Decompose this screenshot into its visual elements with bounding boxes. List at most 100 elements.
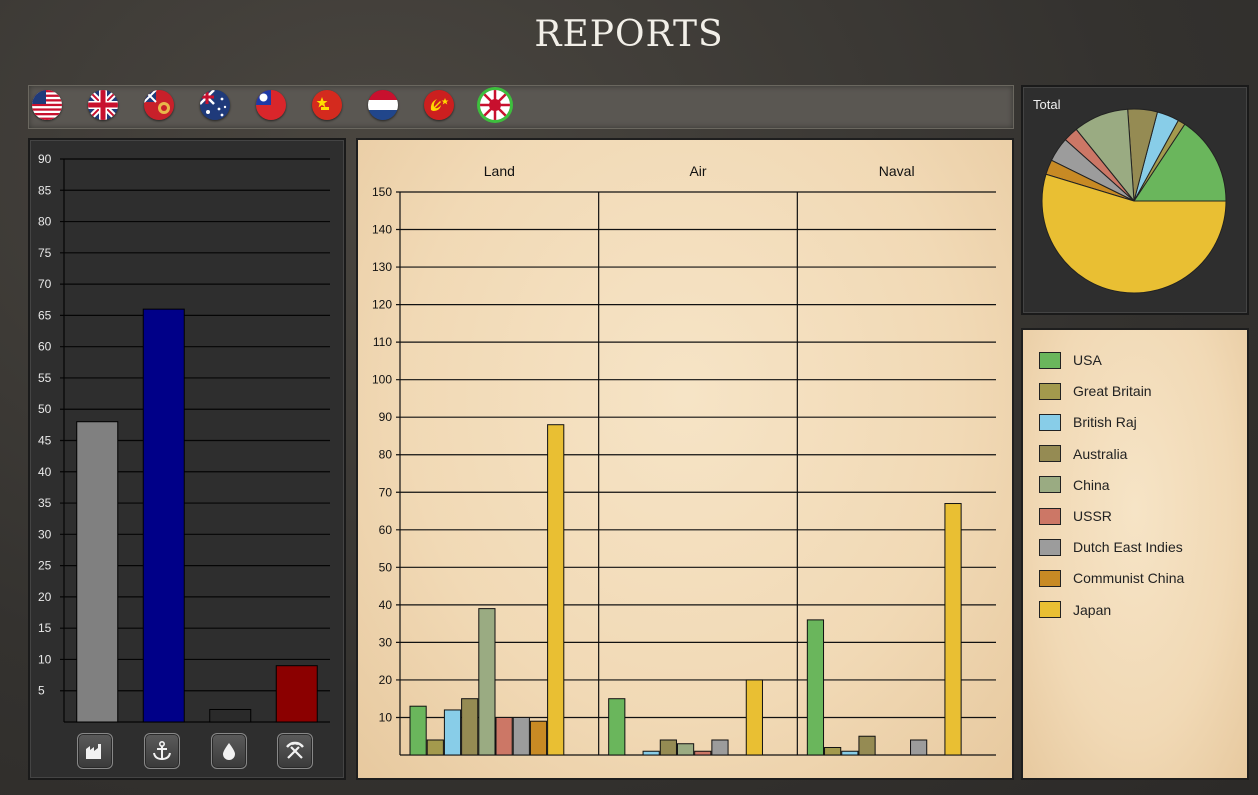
group-label-naval: Naval [879,163,915,179]
legend-item: British Raj [1039,412,1137,432]
y-tick-label: 10 [379,710,393,724]
legend-label: China [1073,476,1110,493]
bar-factories [76,421,119,723]
y-tick-label: 5 [38,684,45,698]
bar-australia-naval [858,735,876,756]
legend-item: Japan [1039,600,1111,620]
legend-swatch [1039,382,1061,400]
y-tick-label: 80 [379,448,393,462]
usa-flag-icon[interactable] [32,90,62,120]
bar-naval [142,308,185,723]
communist-china-flag-icon[interactable] [312,90,342,120]
legend-label: USSR [1073,508,1112,524]
bar-ussr-land [495,716,513,756]
legend-label: Australia [1073,445,1128,462]
bar-british-raj-land [443,709,462,756]
legend-item: China [1039,475,1110,495]
bar-british-raj-air [642,750,660,756]
y-tick-label: 35 [38,496,52,510]
legend-swatch [1039,507,1061,525]
y-tick-label: 75 [38,246,52,260]
y-tick-label: 65 [38,308,52,322]
great-britain-flag-icon[interactable] [88,90,118,120]
y-tick-label: 25 [38,559,52,573]
bar-british-raj-naval [841,750,859,756]
bar-great-britain-naval [824,746,842,756]
oil-drop-icon [223,743,235,760]
legend-item: Communist China [1039,568,1184,588]
y-tick-label: 70 [38,277,52,291]
legend-swatch [1039,476,1061,494]
group-label-land: Land [484,163,515,179]
legend-swatch [1039,445,1061,463]
naval-button[interactable] [144,733,180,769]
y-tick-label: 110 [373,335,392,349]
anchor-icon [153,740,171,761]
mining-button[interactable] [277,733,313,769]
y-tick-label: 45 [38,434,52,448]
y-tick-label: 90 [379,410,393,424]
y-tick-label: 150 [372,185,392,199]
oil-button[interactable] [211,733,247,769]
british-raj-flag-icon[interactable] [144,90,174,120]
legend-label: British Raj [1073,414,1137,431]
legend-swatch [1039,351,1061,369]
military-strength-bar-chart: 10 20 30 40 50 60 70 80 90 100 110 120 130 140 150 Land… [372,163,996,756]
legend-swatch [1039,538,1061,556]
bar-usa-air [608,698,626,756]
china-flag-icon[interactable] [256,90,286,120]
bar-resources [275,665,318,723]
y-tick-label: 100 [372,373,392,387]
y-tick-label: 80 [38,215,52,229]
nation-flag-bar [28,85,1014,129]
y-tick-label: 40 [379,598,393,612]
y-tick-label: 120 [372,298,392,312]
y-tick-label: 60 [379,523,393,537]
y-tick-label: 30 [38,527,52,541]
y-tick-label: 30 [379,635,393,649]
bar-japan-air [745,679,763,756]
legend-label: Japan [1073,601,1112,618]
y-tick-label: 70 [379,485,393,499]
military-strength-chart-panel: 10 20 30 40 50 60 70 80 90 100 110 120 130 140 150 Land… [356,138,1014,780]
japan-flag-icon[interactable] [480,90,510,120]
bar-great-britain-land [426,739,444,756]
y-tick-label: 90 [38,152,52,166]
bar-japan-land [547,424,565,756]
total-pie-panel: Total [1021,85,1249,315]
bar-communist-china-land [529,720,548,756]
legend-swatch [1039,569,1061,587]
bar-australia-land [461,698,479,756]
y-tick-label: 55 [38,371,52,385]
resource-chart-panel: 5 10 15 20 25 30 35 40 45 50 55 60 65 70 75 80 85 90 [28,138,346,780]
y-tick-label: 85 [38,183,52,197]
y-tick-label: 40 [38,465,52,479]
legend-item: Great Britain [1039,381,1152,401]
legend-item: USA [1039,350,1102,370]
y-tick-label: 15 [38,621,52,635]
bar-usa-naval [806,619,825,756]
factory-button[interactable] [77,733,113,769]
page-title: REPORTS [534,14,724,55]
y-tick-label: 20 [38,590,52,604]
bar-china-air [676,743,695,756]
total-pie-chart [1041,108,1227,294]
bar-japan-naval [944,503,962,756]
y-tick-label: 140 [372,223,392,237]
factory-icon [86,744,101,759]
legend-label: Great Britain [1073,383,1152,400]
dutch-east-indies-flag-icon[interactable] [368,90,398,120]
y-tick-label: 20 [379,673,393,687]
bar-australia-air [659,739,677,756]
legend-panel: USA Great Britain British Raj Australia Chin… [1021,328,1249,780]
legend-swatch [1039,601,1061,619]
ussr-flag-icon[interactable] [424,90,454,120]
bar-usa-land [409,705,427,756]
bar-dutch-east-indies-naval [910,739,928,756]
australia-flag-icon[interactable] [200,90,230,120]
bar-ussr-air [694,750,712,756]
legend-swatch [1039,413,1061,431]
group-label-air: Air [689,163,706,179]
resource-bar-chart: 5 10 15 20 25 30 35 40 45 50 55 60 65 70 75 80 85 90 [38,152,330,723]
bar-china-land [478,608,496,756]
